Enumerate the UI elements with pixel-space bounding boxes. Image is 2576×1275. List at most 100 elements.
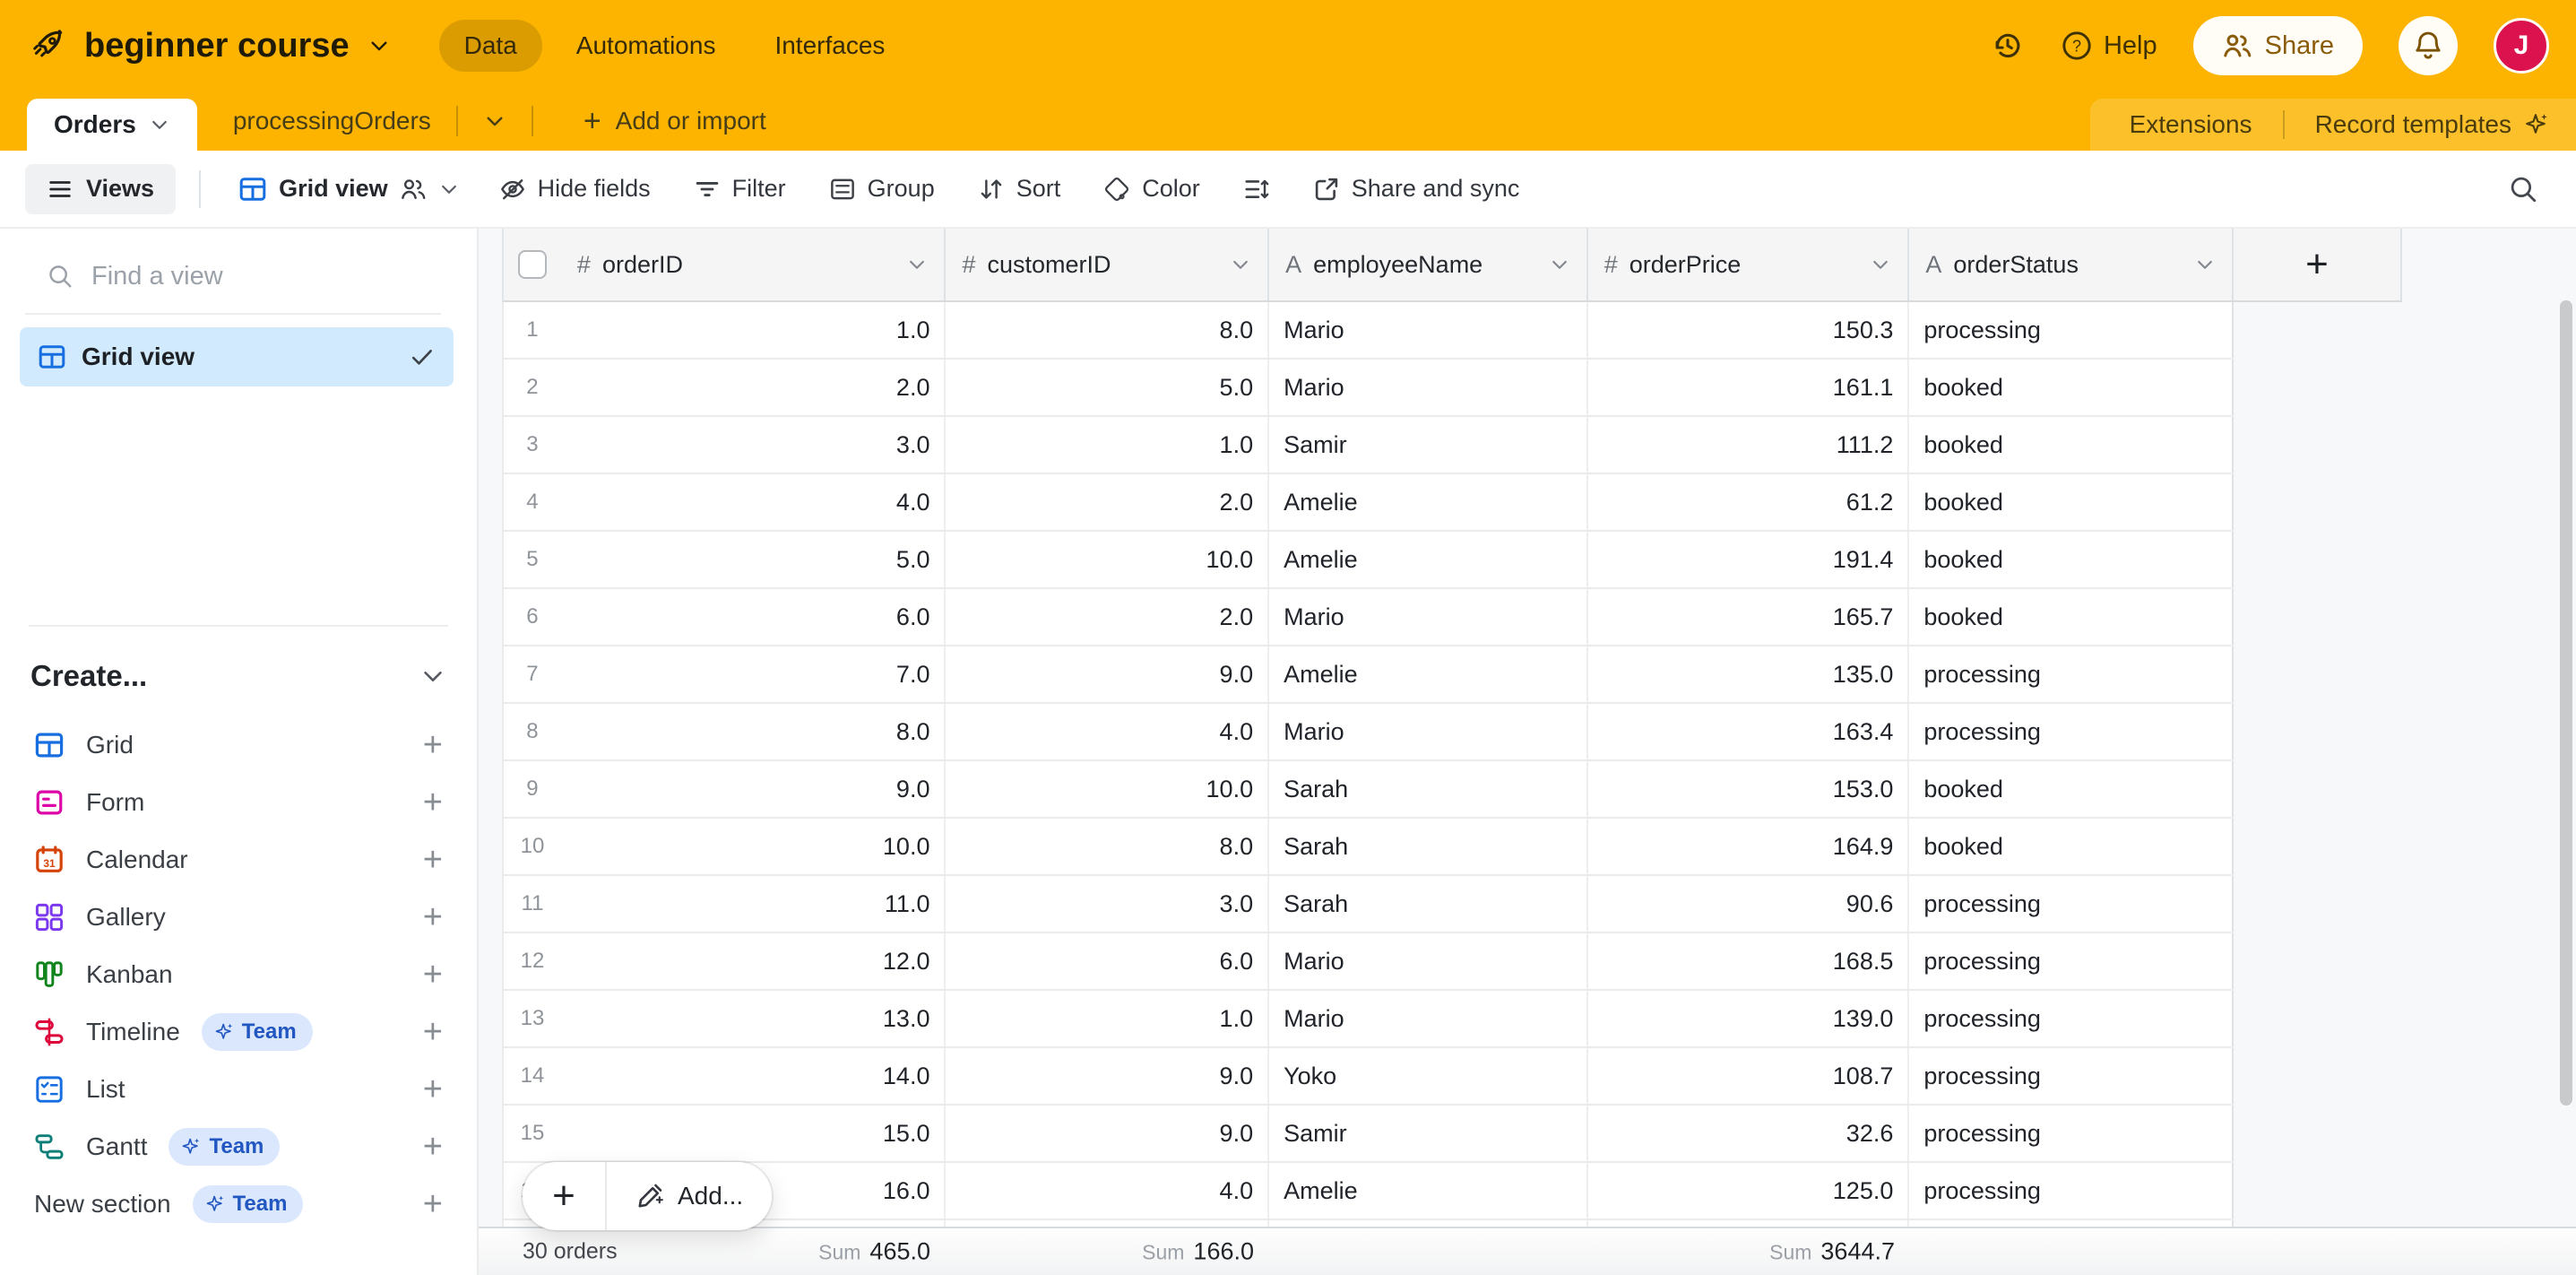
create-item-list[interactable]: List+ <box>23 1061 454 1118</box>
cell-customerid[interactable]: 2.0 <box>946 589 1269 645</box>
cell-orderstatus[interactable]: booked <box>1909 589 2234 645</box>
cell-employeename[interactable]: Amelie <box>1269 474 1588 530</box>
cell-employeename[interactable]: Amelie <box>1269 532 1588 587</box>
select-all-checkbox[interactable] <box>518 250 547 279</box>
row-height-button[interactable] <box>1225 164 1288 214</box>
record-templates-button[interactable]: Record templates <box>2315 110 2549 139</box>
cell-orderprice[interactable]: 108.7 <box>1588 1048 1910 1104</box>
cell-orderprice[interactable]: 153.0 <box>1588 761 1910 817</box>
create-item-timeline[interactable]: TimelineTeam+ <box>23 1003 454 1061</box>
plus-icon[interactable]: + <box>423 785 443 820</box>
cell-customerid[interactable]: 9.0 <box>946 646 1269 702</box>
cell-orderstatus[interactable]: booked <box>1909 819 2234 874</box>
cell-customerid[interactable]: 6.0 <box>946 933 1269 989</box>
cell-employeename[interactable]: Amelie <box>1269 1163 1588 1219</box>
cell-orderid[interactable]: 2.0 <box>561 360 947 415</box>
cell-orderprice[interactable]: 32.6 <box>1588 1106 1910 1161</box>
cell-employeename[interactable]: Samir <box>1269 417 1588 473</box>
cell-customerid[interactable]: 4.0 <box>946 1163 1269 1219</box>
create-item-gantt[interactable]: GanttTeam+ <box>23 1118 454 1175</box>
cell-orderprice[interactable]: 163.4 <box>1588 704 1910 759</box>
plus-icon[interactable]: + <box>423 1130 443 1164</box>
cell-orderstatus[interactable]: processing <box>1909 876 2234 932</box>
cell-orderstatus[interactable]: booked <box>1909 761 2234 817</box>
field-header-orderprice[interactable]: #orderPrice <box>1588 229 1910 300</box>
create-item-grid[interactable]: Grid+ <box>23 716 454 774</box>
create-item-kanban[interactable]: Kanban+ <box>23 946 454 1003</box>
cell-employeename[interactable]: Sarah <box>1269 761 1588 817</box>
cell-orderid[interactable]: 14.0 <box>561 1048 947 1104</box>
cell-customerid[interactable]: 10.0 <box>946 532 1269 587</box>
cell-orderstatus[interactable]: processing <box>1909 1163 2234 1219</box>
cell-customerid[interactable]: 1.0 <box>946 991 1269 1046</box>
sidebar-item-grid-view[interactable]: Grid view <box>20 327 454 386</box>
cell-orderprice[interactable]: 61.2 <box>1588 474 1910 530</box>
sort-button[interactable]: Sort <box>960 164 1079 214</box>
plus-icon[interactable]: + <box>423 843 443 877</box>
cell-customerid[interactable]: 1.0 <box>946 417 1269 473</box>
field-header-customerid[interactable]: #customerID <box>946 229 1269 300</box>
cell-orderprice[interactable]: 150.3 <box>1588 302 1910 358</box>
cell-customerid[interactable]: 2.0 <box>946 474 1269 530</box>
plus-icon[interactable]: + <box>423 728 443 762</box>
cell-employeename[interactable]: Samir <box>1269 1106 1588 1161</box>
cell-orderstatus[interactable]: processing <box>1909 646 2234 702</box>
cell-orderid[interactable]: 11.0 <box>561 876 947 932</box>
cell-orderprice[interactable]: 125.0 <box>1588 1163 1910 1219</box>
cell-employeename[interactable]: Mario <box>1269 302 1588 358</box>
cell-employeename[interactable]: Mario <box>1269 589 1588 645</box>
cell-orderprice[interactable]: 139.0 <box>1588 991 1910 1046</box>
vertical-scrollbar[interactable] <box>2560 300 2572 1106</box>
cell-employeename[interactable]: Mario <box>1269 704 1588 759</box>
cell-orderstatus[interactable]: processing <box>1909 1048 2234 1104</box>
add-record-button[interactable]: + <box>523 1174 605 1219</box>
help-button[interactable]: ? Help <box>2061 30 2157 62</box>
plus-icon[interactable]: + <box>423 1015 443 1049</box>
plus-icon[interactable]: + <box>423 958 443 992</box>
cell-orderstatus[interactable]: booked <box>1909 474 2234 530</box>
cell-orderid[interactable]: 9.0 <box>561 761 947 817</box>
cell-orderstatus[interactable]: processing <box>1909 933 2234 989</box>
cell-customerid[interactable]: 9.0 <box>946 1106 1269 1161</box>
filter-button[interactable]: Filter <box>676 164 804 214</box>
cell-orderstatus[interactable]: processing <box>1909 1106 2234 1161</box>
plus-icon[interactable]: + <box>423 900 443 934</box>
extensions-button[interactable]: Extensions <box>2130 110 2252 139</box>
select-all-cell[interactable] <box>504 229 561 300</box>
cell-orderprice[interactable]: 161.1 <box>1588 360 1910 415</box>
cell-orderstatus[interactable]: booked <box>1909 417 2234 473</box>
cell-orderprice[interactable]: 165.7 <box>1588 589 1910 645</box>
create-item-calendar[interactable]: 31Calendar+ <box>23 831 454 889</box>
cell-customerid[interactable]: 8.0 <box>946 302 1269 358</box>
cell-orderid[interactable]: 15.0 <box>561 1106 947 1161</box>
cell-employeename[interactable]: Amelie <box>1269 646 1588 702</box>
create-item-new-section[interactable]: New sectionTeam+ <box>23 1175 454 1233</box>
cell-orderprice[interactable]: 164.9 <box>1588 819 1910 874</box>
cell-orderid[interactable]: 6.0 <box>561 589 947 645</box>
tab-list-chevron-icon[interactable] <box>483 109 506 133</box>
plus-icon[interactable]: + <box>423 1072 443 1106</box>
create-header[interactable]: Create... <box>30 659 446 693</box>
sum-orderprice[interactable]: Sum 3644.7 <box>1587 1238 1909 1266</box>
add-with-ai-button[interactable]: Add... <box>607 1182 772 1210</box>
cell-orderprice[interactable]: 111.2 <box>1588 417 1910 473</box>
cell-employeename[interactable]: Mario <box>1269 933 1588 989</box>
cell-orderstatus[interactable]: processing <box>1909 704 2234 759</box>
views-button[interactable]: Views <box>25 164 176 214</box>
history-icon[interactable] <box>1991 29 2025 63</box>
field-header-orderstatus[interactable]: AorderStatus <box>1909 229 2234 300</box>
field-header-orderid[interactable]: #orderID <box>561 229 947 300</box>
tab-processingorders[interactable]: processingOrders <box>233 107 431 135</box>
color-button[interactable]: Color <box>1085 164 1218 214</box>
cell-orderprice[interactable]: 90.6 <box>1588 876 1910 932</box>
current-view-button[interactable]: Grid view <box>224 164 474 214</box>
cell-orderstatus[interactable]: processing <box>1909 302 2234 358</box>
cell-employeename[interactable]: Mario <box>1269 991 1588 1046</box>
cell-orderstatus[interactable]: booked <box>1909 360 2234 415</box>
find-view-search[interactable]: Find a view <box>25 248 445 304</box>
avatar[interactable]: J <box>2494 18 2549 74</box>
cell-customerid[interactable]: 9.0 <box>946 1048 1269 1104</box>
add-or-import-button[interactable]: + Add or import <box>583 106 766 136</box>
cell-orderprice[interactable]: 135.0 <box>1588 646 1910 702</box>
cell-employeename[interactable]: Sarah <box>1269 876 1588 932</box>
